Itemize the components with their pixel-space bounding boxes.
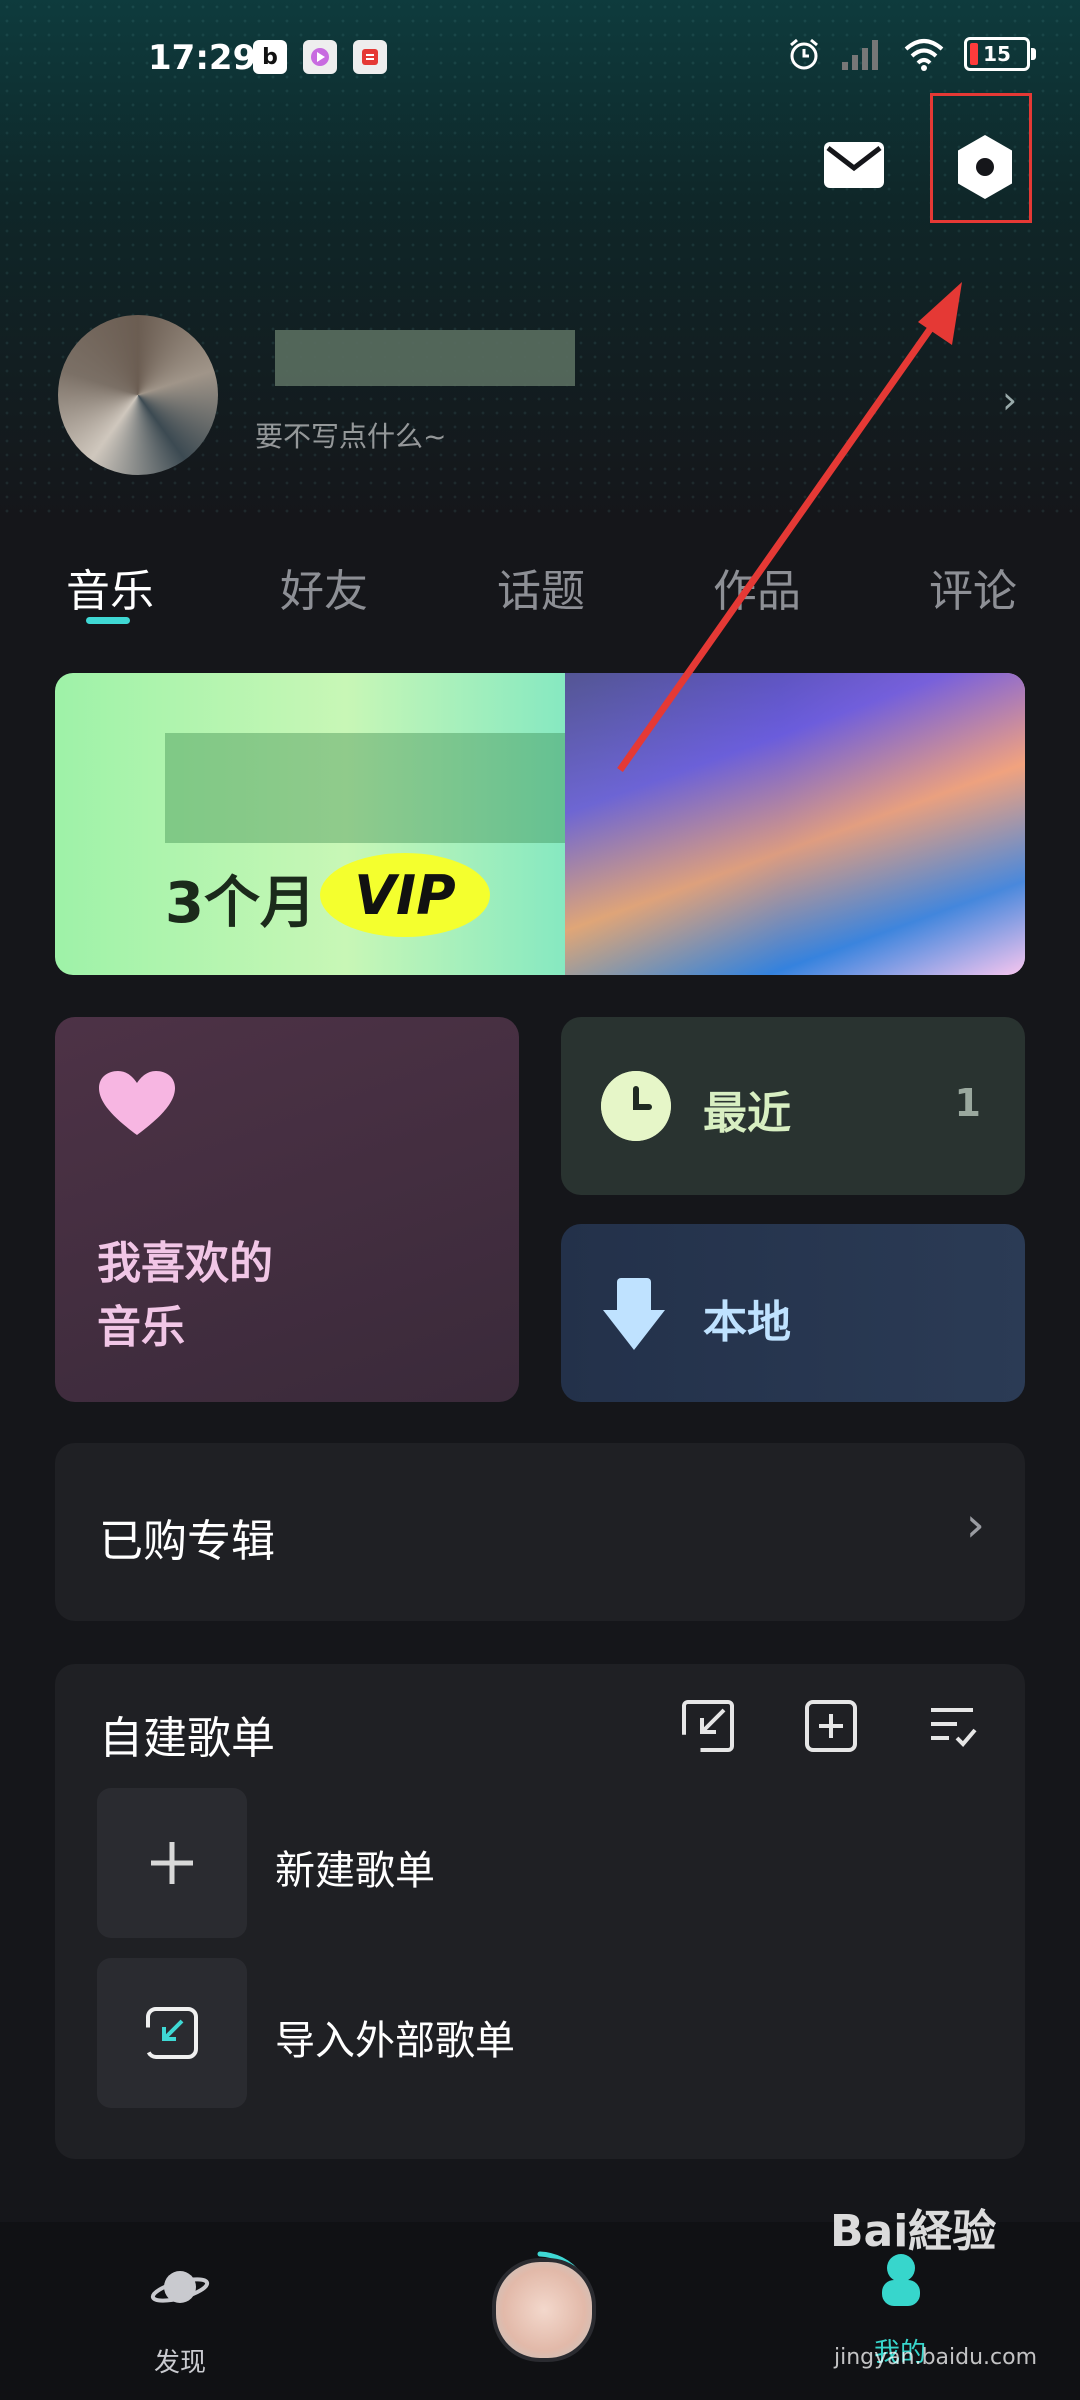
import-playlist-icon[interactable] bbox=[680, 1698, 736, 1754]
avatar[interactable] bbox=[58, 315, 218, 475]
import-icon bbox=[146, 2007, 198, 2059]
add-playlist-icon[interactable] bbox=[803, 1698, 859, 1754]
nav-mine-label: 我的 bbox=[873, 2338, 926, 2368]
chevron-right-icon: › bbox=[965, 1497, 985, 1553]
signal-icon bbox=[842, 40, 878, 70]
bottom-navigation: 发现 我的 bbox=[0, 2222, 1080, 2400]
alarm-icon bbox=[790, 38, 818, 70]
new-playlist-row[interactable]: 新建歌单 bbox=[97, 1788, 977, 1938]
tab-comments[interactable]: 评论 bbox=[929, 555, 1017, 619]
profile-signature: 要不写点什么~ bbox=[255, 420, 447, 453]
purchased-albums-label: 已购专辑 bbox=[99, 1516, 275, 1567]
plus-icon bbox=[151, 1842, 193, 1884]
import-external-thumb bbox=[97, 1958, 247, 2108]
now-playing-disc[interactable] bbox=[492, 2258, 596, 2362]
mail-icon[interactable] bbox=[822, 140, 886, 190]
favorite-music-card[interactable]: 我喜欢的 音乐 bbox=[55, 1017, 519, 1402]
clock-icon bbox=[601, 1071, 671, 1141]
status-time: 17:29 bbox=[148, 38, 257, 78]
settings-highlight-box bbox=[930, 93, 1032, 223]
video-app-icon bbox=[303, 40, 337, 74]
profile-tabs: 音乐 好友 话题 作品 评论 bbox=[0, 555, 1080, 624]
profile-chevron-icon[interactable]: › bbox=[1002, 378, 1017, 422]
purchased-albums-row[interactable]: 已购专辑 › bbox=[55, 1443, 1025, 1621]
import-external-label: 导入外部歌单 bbox=[275, 2018, 515, 2064]
banner-pixelated-title bbox=[165, 733, 565, 843]
new-playlist-thumb bbox=[97, 1788, 247, 1938]
wifi-icon bbox=[904, 39, 944, 71]
vip-promo-banner[interactable]: 3个月 VIP bbox=[55, 673, 1025, 975]
tab-music[interactable]: 音乐 bbox=[66, 555, 154, 619]
status-bar: 17:29 b 15 bbox=[0, 30, 1080, 90]
tab-works[interactable]: 作品 bbox=[713, 555, 801, 619]
mine-icon bbox=[882, 2254, 920, 2306]
recent-card[interactable]: 最近 1 bbox=[561, 1017, 1025, 1195]
battery-level: 15 bbox=[983, 42, 1011, 66]
tab-friends[interactable]: 好友 bbox=[280, 555, 368, 619]
active-tab-indicator bbox=[86, 617, 130, 624]
nav-discover-label: 发现 bbox=[153, 2348, 206, 2378]
favorite-music-label: 我喜欢的 音乐 bbox=[97, 1232, 397, 1360]
recent-count: 1 bbox=[954, 1081, 981, 1125]
heart-icon bbox=[99, 1071, 175, 1135]
nav-discover[interactable]: 发现 bbox=[130, 2262, 230, 2378]
local-music-card[interactable]: 本地 bbox=[561, 1224, 1025, 1402]
battery-icon: 15 bbox=[964, 37, 1036, 71]
banner-months-text: 3个月 bbox=[165, 871, 316, 936]
new-playlist-label: 新建歌单 bbox=[275, 1848, 435, 1894]
nav-mine[interactable]: 我的 bbox=[850, 2252, 950, 2392]
status-indicators: 15 bbox=[786, 36, 1036, 72]
planet-icon bbox=[150, 2271, 210, 2303]
created-playlists-title: 自建歌单 bbox=[99, 1713, 275, 1764]
favorite-label-line2: 音乐 bbox=[97, 1302, 185, 1353]
recent-label: 最近 bbox=[703, 1088, 791, 1139]
download-icon bbox=[603, 1278, 665, 1350]
manage-playlist-icon[interactable] bbox=[925, 1698, 981, 1754]
banner-vip-badge: VIP bbox=[320, 853, 490, 937]
banner-illustration bbox=[565, 673, 1025, 975]
import-external-playlist-row[interactable]: 导入外部歌单 bbox=[97, 1958, 977, 2108]
app-b-icon: b bbox=[253, 40, 287, 74]
favorite-label-line1: 我喜欢的 bbox=[97, 1238, 273, 1289]
nickname-pixelated bbox=[275, 330, 575, 386]
tab-topics[interactable]: 话题 bbox=[497, 555, 585, 619]
created-playlists-card: 自建歌单 新建歌单 导入外部歌单 bbox=[55, 1664, 1025, 2159]
app-red-icon bbox=[353, 40, 387, 74]
local-music-label: 本地 bbox=[703, 1297, 791, 1348]
